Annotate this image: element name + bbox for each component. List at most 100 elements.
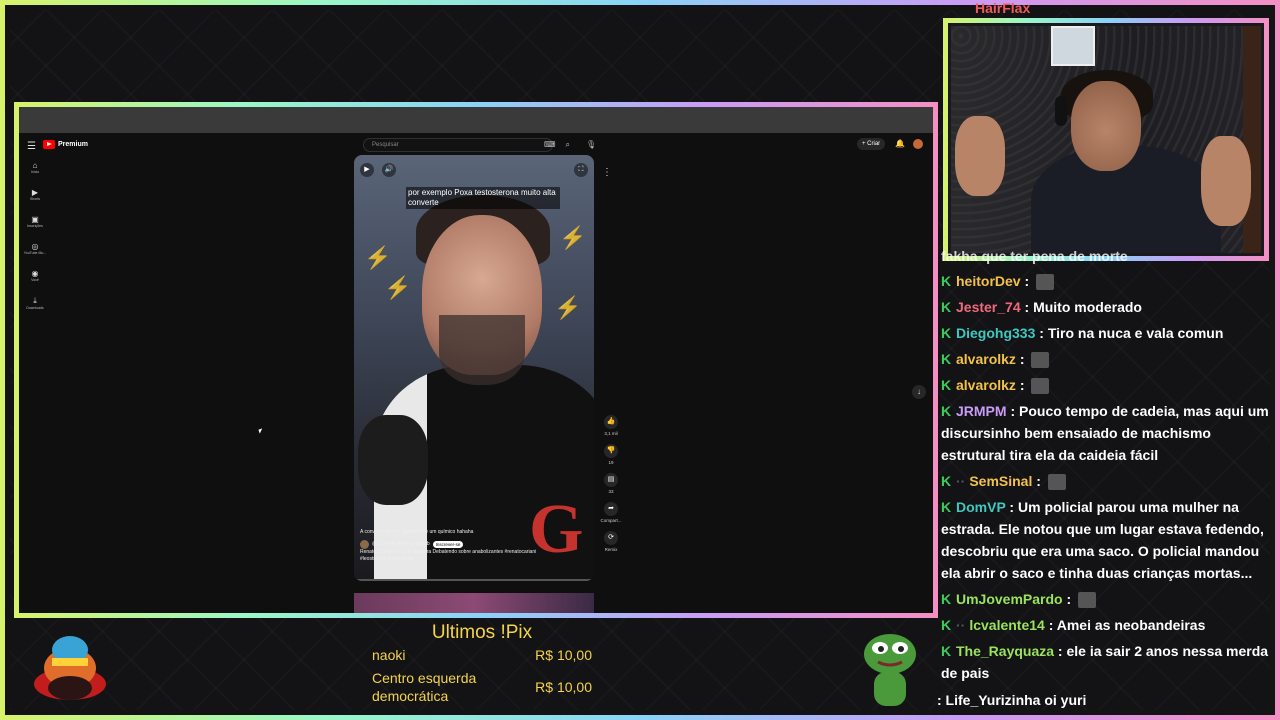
- sidebar-item[interactable]: ◉ Você: [23, 269, 47, 282]
- emote-icon: [1031, 378, 1050, 395]
- search-input[interactable]: Pesquisar: [363, 138, 553, 152]
- video-microphone: [358, 415, 428, 505]
- chat-text: Muito moderado: [1033, 299, 1142, 315]
- play-icon[interactable]: ▶: [360, 163, 374, 177]
- volume-icon[interactable]: 🔊: [382, 163, 396, 177]
- action-label: 3,1 mil: [604, 431, 618, 436]
- kick-badge-icon: K: [941, 273, 952, 289]
- pix-panel: Ultimos !Pix naoki R$ 10,00 Centro esque…: [372, 622, 592, 705]
- youtube-logo[interactable]: Premium: [43, 140, 88, 149]
- badge-dots-icon: ··: [956, 617, 966, 633]
- chat-username[interactable]: UmJovemPardo: [956, 591, 1063, 607]
- youtube-logo-text: Premium: [58, 141, 88, 148]
- microphone-icon[interactable]: 🎙: [586, 140, 596, 149]
- dislike-icon[interactable]: 👎: [604, 444, 618, 458]
- chat-message: K DomVP : Um policial parou uma mulher na…: [941, 496, 1273, 584]
- emote-icon: [1036, 274, 1055, 291]
- kick-badge-icon: K: [941, 325, 952, 341]
- pix-amount: R$ 10,00: [535, 647, 592, 663]
- chat-message: Kalvarolkz :: [941, 374, 1273, 396]
- sidebar-item-label: Início: [30, 170, 40, 174]
- chat-message: K Diegohg333 : Tiro na nuca e vala comun: [941, 322, 1273, 344]
- action-like[interactable]: 👍 3,1 mil: [597, 415, 625, 436]
- action-label: Remix: [604, 547, 618, 552]
- webcam-frame: [943, 18, 1269, 261]
- sidebar: ⌂ Início ▶ Shorts ▣ Inscrições ◎ YouTube Mu... ◉…: [23, 161, 47, 324]
- chat-username[interactable]: alvarolkz: [956, 351, 1016, 367]
- chat-panel: KheitorDev : K Jester_74 : Muito moderado…: [941, 270, 1273, 688]
- more-options-icon[interactable]: ⋮: [602, 167, 612, 178]
- chat-message: K UmJovemPardo :: [941, 588, 1273, 610]
- headset-icon: [1055, 96, 1067, 126]
- chat-text: Tiro na nuca e vala comun: [1047, 325, 1224, 341]
- short-title[interactable]: A conversa de um alquimista e um químico…: [360, 529, 550, 536]
- mascot-left-icon: [34, 636, 106, 700]
- sidebar-item[interactable]: ▶ Shorts: [23, 188, 47, 201]
- chat-username[interactable]: DomVP: [956, 499, 1006, 515]
- chat-username[interactable]: JRMPM: [956, 403, 1007, 419]
- chat-username[interactable]: The_Rayquaza: [956, 643, 1054, 659]
- chat-username[interactable]: Diegohg333: [956, 325, 1035, 341]
- video-progress-bar[interactable]: [354, 579, 594, 581]
- streamer-hand-left: [955, 116, 1005, 196]
- chat-username[interactable]: alvarolkz: [956, 377, 1016, 393]
- action-share[interactable]: ➦ Compart...: [597, 502, 625, 523]
- pix-entry: naoki R$ 10,00: [372, 646, 592, 664]
- chat-message: K The_Rayquaza : ele ia sair 2 anos nessa…: [941, 640, 1273, 684]
- home-icon: ⌂: [32, 161, 38, 170]
- chat-username[interactable]: lcvalente14: [969, 617, 1045, 633]
- comments-icon[interactable]: ▤: [604, 473, 618, 487]
- chat-message: K JRMPM : Pouco tempo de cadeia, mas aqui…: [941, 400, 1273, 466]
- fullscreen-icon[interactable]: ⛶: [574, 163, 588, 177]
- video-person-beard: [439, 315, 525, 385]
- keyboard-icon[interactable]: ⌨: [544, 140, 556, 150]
- chat-username[interactable]: Jester_74: [956, 299, 1021, 315]
- video-caption: por exemplo Poxa testosterona muito alta…: [406, 187, 560, 209]
- action-dislike[interactable]: 👎 19: [597, 444, 625, 465]
- sidebar-item[interactable]: ⌂ Início: [23, 161, 47, 174]
- youtube-play-icon: [43, 140, 55, 149]
- short-video-player[interactable]: ⚡ ⚡ ⚡ ⚡ G ▶ 🔊 ⛶ por exemplo Poxa testost…: [354, 155, 594, 581]
- menu-icon[interactable]: ☰: [27, 141, 36, 152]
- remix-icon[interactable]: ⟳: [604, 531, 618, 545]
- sidebar-item-label: Você: [31, 278, 39, 282]
- sidebar-item[interactable]: ◎ YouTube Mu...: [23, 242, 47, 255]
- short-channel: @CortesBrilhantes-dg3pb Inscrever-se: [360, 540, 550, 549]
- youtube-music-icon: ◎: [31, 242, 39, 251]
- webcam-feed: [951, 26, 1261, 253]
- streamer-head: [1071, 81, 1141, 171]
- pix-name: Centro esquerda democrática: [372, 670, 477, 704]
- next-short-preview[interactable]: [354, 593, 594, 613]
- avatar[interactable]: [913, 139, 923, 149]
- sidebar-item-label: Inscrições: [27, 224, 43, 228]
- chat-message: K Jester_74 : Muito moderado: [941, 296, 1273, 318]
- emote-icon: [1047, 474, 1066, 491]
- chat-message: K ·· lcvalente14 : Amei as neobandeiras: [941, 614, 1273, 636]
- notifications-icon[interactable]: 🔔: [895, 139, 905, 149]
- bolt-decoration: ⚡: [554, 295, 582, 320]
- share-icon[interactable]: ➦: [604, 502, 618, 516]
- bolt-decoration: ⚡: [559, 225, 587, 250]
- chat-message: KheitorDev :: [941, 270, 1273, 292]
- create-button[interactable]: + Criar: [857, 138, 886, 150]
- bookshelf: [1243, 26, 1261, 253]
- pix-entry: Centro esquerda democrática R$ 10,00: [372, 669, 592, 705]
- subscribe-button[interactable]: Inscrever-se: [432, 541, 464, 548]
- sidebar-item[interactable]: ▣ Inscrições: [23, 215, 47, 228]
- youtube-page: ☰ Premium Pesquisar ⌨ ⌕ 🎙 + Criar 🔔 ⌂ Iní…: [19, 133, 933, 613]
- action-remix[interactable]: ⟳ Remix: [597, 531, 625, 552]
- chat-username[interactable]: heitorDev: [956, 273, 1021, 289]
- downloads-icon: ⤓: [33, 296, 37, 305]
- chat-username[interactable]: SemSinal: [969, 473, 1032, 489]
- next-video-icon[interactable]: ↓: [912, 385, 926, 399]
- action-comments[interactable]: ▤ 33: [597, 473, 625, 494]
- wall-picture: [1051, 26, 1095, 66]
- search-icon[interactable]: ⌕: [566, 140, 570, 150]
- kick-badge-icon: K: [941, 299, 952, 315]
- channel-avatar[interactable]: [360, 540, 369, 549]
- like-icon[interactable]: 👍: [604, 415, 618, 429]
- kick-badge-icon: K: [941, 377, 952, 393]
- sidebar-item[interactable]: ⤓ Downloads: [23, 296, 47, 310]
- channel-name[interactable]: @CortesBrilhantes-dg3pb: [372, 541, 430, 548]
- short-info: A conversa de um alquimista e um químico…: [360, 529, 550, 563]
